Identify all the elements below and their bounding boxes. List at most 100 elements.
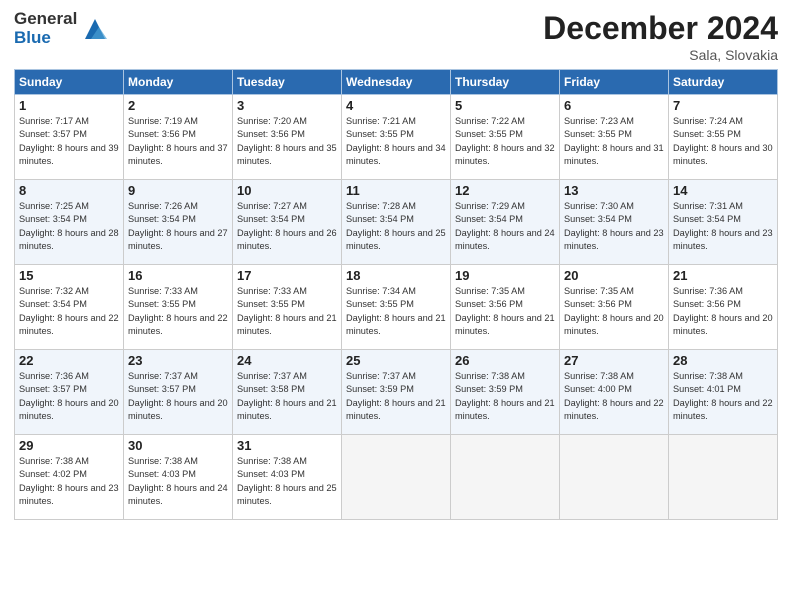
daylight-label: Daylight: 8 hours and 21 minutes. [237, 313, 337, 336]
sunset-label: Sunset: 3:54 PM [19, 214, 87, 224]
day-number: 19 [455, 268, 555, 283]
daylight-label: Daylight: 8 hours and 20 minutes. [128, 398, 228, 421]
calendar-row: 22 Sunrise: 7:36 AM Sunset: 3:57 PM Dayl… [15, 350, 778, 435]
sunset-label: Sunset: 3:56 PM [128, 129, 196, 139]
day-info: Sunrise: 7:21 AM Sunset: 3:55 PM Dayligh… [346, 115, 446, 168]
calendar-cell: 12 Sunrise: 7:29 AM Sunset: 3:54 PM Dayl… [451, 180, 560, 265]
calendar-cell: 24 Sunrise: 7:37 AM Sunset: 3:58 PM Dayl… [233, 350, 342, 435]
day-info: Sunrise: 7:19 AM Sunset: 3:56 PM Dayligh… [128, 115, 228, 168]
calendar-cell: 11 Sunrise: 7:28 AM Sunset: 3:54 PM Dayl… [342, 180, 451, 265]
daylight-label: Daylight: 8 hours and 35 minutes. [237, 143, 337, 166]
th-friday: Friday [560, 70, 669, 95]
sunset-label: Sunset: 4:00 PM [564, 384, 632, 394]
day-info: Sunrise: 7:26 AM Sunset: 3:54 PM Dayligh… [128, 200, 228, 253]
sunset-label: Sunset: 3:58 PM [237, 384, 305, 394]
daylight-label: Daylight: 8 hours and 23 minutes. [19, 483, 119, 506]
day-info: Sunrise: 7:24 AM Sunset: 3:55 PM Dayligh… [673, 115, 773, 168]
header: General Blue December 2024 Sala, Slovaki… [14, 10, 778, 63]
daylight-label: Daylight: 8 hours and 25 minutes. [346, 228, 446, 251]
day-number: 12 [455, 183, 555, 198]
sunrise-label: Sunrise: 7:35 AM [455, 286, 525, 296]
daylight-label: Daylight: 8 hours and 22 minutes. [19, 313, 119, 336]
sunset-label: Sunset: 3:56 PM [455, 299, 523, 309]
day-number: 27 [564, 353, 664, 368]
day-number: 24 [237, 353, 337, 368]
sunset-label: Sunset: 4:03 PM [128, 469, 196, 479]
sunset-label: Sunset: 3:54 PM [237, 214, 305, 224]
sunset-label: Sunset: 3:54 PM [346, 214, 414, 224]
main-container: General Blue December 2024 Sala, Slovaki… [0, 0, 792, 612]
calendar-cell: 2 Sunrise: 7:19 AM Sunset: 3:56 PM Dayli… [124, 95, 233, 180]
th-monday: Monday [124, 70, 233, 95]
month-title: December 2024 [543, 10, 778, 47]
day-info: Sunrise: 7:37 AM Sunset: 3:58 PM Dayligh… [237, 370, 337, 423]
sunset-label: Sunset: 3:55 PM [237, 299, 305, 309]
daylight-label: Daylight: 8 hours and 22 minutes. [128, 313, 228, 336]
daylight-label: Daylight: 8 hours and 21 minutes. [455, 398, 555, 421]
day-number: 20 [564, 268, 664, 283]
sunset-label: Sunset: 3:55 PM [673, 129, 741, 139]
daylight-label: Daylight: 8 hours and 21 minutes. [237, 398, 337, 421]
sunrise-label: Sunrise: 7:20 AM [237, 116, 307, 126]
daylight-label: Daylight: 8 hours and 20 minutes. [564, 313, 664, 336]
day-number: 16 [128, 268, 228, 283]
day-number: 29 [19, 438, 119, 453]
calendar-cell: 6 Sunrise: 7:23 AM Sunset: 3:55 PM Dayli… [560, 95, 669, 180]
calendar-cell: 17 Sunrise: 7:33 AM Sunset: 3:55 PM Dayl… [233, 265, 342, 350]
daylight-label: Daylight: 8 hours and 30 minutes. [673, 143, 773, 166]
sunrise-label: Sunrise: 7:33 AM [237, 286, 307, 296]
sunset-label: Sunset: 3:54 PM [19, 299, 87, 309]
logo-general: General [14, 10, 77, 29]
sunrise-label: Sunrise: 7:38 AM [673, 371, 743, 381]
day-info: Sunrise: 7:31 AM Sunset: 3:54 PM Dayligh… [673, 200, 773, 253]
daylight-label: Daylight: 8 hours and 26 minutes. [237, 228, 337, 251]
sunrise-label: Sunrise: 7:27 AM [237, 201, 307, 211]
day-info: Sunrise: 7:32 AM Sunset: 3:54 PM Dayligh… [19, 285, 119, 338]
day-number: 22 [19, 353, 119, 368]
day-info: Sunrise: 7:35 AM Sunset: 3:56 PM Dayligh… [455, 285, 555, 338]
sunset-label: Sunset: 3:54 PM [564, 214, 632, 224]
sunset-label: Sunset: 4:02 PM [19, 469, 87, 479]
calendar-cell: 30 Sunrise: 7:38 AM Sunset: 4:03 PM Dayl… [124, 435, 233, 520]
daylight-label: Daylight: 8 hours and 39 minutes. [19, 143, 119, 166]
sunset-label: Sunset: 3:54 PM [673, 214, 741, 224]
day-info: Sunrise: 7:37 AM Sunset: 3:57 PM Dayligh… [128, 370, 228, 423]
day-info: Sunrise: 7:33 AM Sunset: 3:55 PM Dayligh… [128, 285, 228, 338]
daylight-label: Daylight: 8 hours and 21 minutes. [346, 313, 446, 336]
day-number: 13 [564, 183, 664, 198]
sunset-label: Sunset: 3:54 PM [128, 214, 196, 224]
day-number: 10 [237, 183, 337, 198]
day-info: Sunrise: 7:38 AM Sunset: 4:00 PM Dayligh… [564, 370, 664, 423]
day-number: 17 [237, 268, 337, 283]
sunrise-label: Sunrise: 7:25 AM [19, 201, 89, 211]
th-sunday: Sunday [15, 70, 124, 95]
sunrise-label: Sunrise: 7:35 AM [564, 286, 634, 296]
sunrise-label: Sunrise: 7:37 AM [128, 371, 198, 381]
weekday-header-row: Sunday Monday Tuesday Wednesday Thursday… [15, 70, 778, 95]
sunset-label: Sunset: 3:55 PM [128, 299, 196, 309]
title-block: December 2024 Sala, Slovakia [543, 10, 778, 63]
calendar-cell: 27 Sunrise: 7:38 AM Sunset: 4:00 PM Dayl… [560, 350, 669, 435]
day-info: Sunrise: 7:20 AM Sunset: 3:56 PM Dayligh… [237, 115, 337, 168]
daylight-label: Daylight: 8 hours and 34 minutes. [346, 143, 446, 166]
calendar-cell: 3 Sunrise: 7:20 AM Sunset: 3:56 PM Dayli… [233, 95, 342, 180]
day-number: 1 [19, 98, 119, 113]
calendar-cell: 5 Sunrise: 7:22 AM Sunset: 3:55 PM Dayli… [451, 95, 560, 180]
sunrise-label: Sunrise: 7:29 AM [455, 201, 525, 211]
sunrise-label: Sunrise: 7:30 AM [564, 201, 634, 211]
sunrise-label: Sunrise: 7:33 AM [128, 286, 198, 296]
logo: General Blue [14, 10, 109, 47]
day-number: 25 [346, 353, 446, 368]
calendar-cell: 29 Sunrise: 7:38 AM Sunset: 4:02 PM Dayl… [15, 435, 124, 520]
sunrise-label: Sunrise: 7:38 AM [455, 371, 525, 381]
daylight-label: Daylight: 8 hours and 21 minutes. [346, 398, 446, 421]
day-number: 31 [237, 438, 337, 453]
day-number: 23 [128, 353, 228, 368]
sunrise-label: Sunrise: 7:38 AM [564, 371, 634, 381]
daylight-label: Daylight: 8 hours and 32 minutes. [455, 143, 555, 166]
sunrise-label: Sunrise: 7:31 AM [673, 201, 743, 211]
sunrise-label: Sunrise: 7:17 AM [19, 116, 89, 126]
day-number: 9 [128, 183, 228, 198]
logo-icon [81, 15, 109, 43]
calendar-cell: 19 Sunrise: 7:35 AM Sunset: 3:56 PM Dayl… [451, 265, 560, 350]
